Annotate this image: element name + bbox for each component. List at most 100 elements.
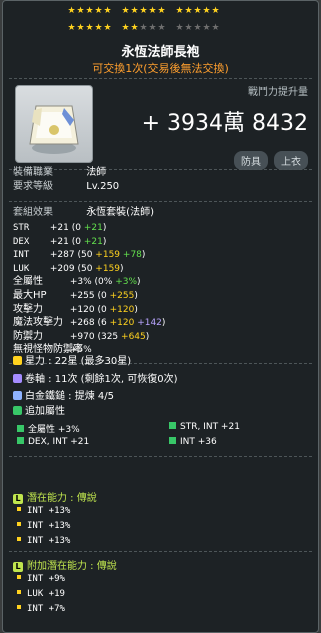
star-filled-icon: ★ (139, 6, 148, 16)
potential-line: INT +13% (17, 521, 70, 531)
star-icon (13, 356, 22, 365)
star-filled-icon: ★ (193, 6, 202, 16)
stat-row: 防禦力 +970 (325 +645) (13, 330, 150, 342)
stat-name: 攻擊力 (13, 303, 43, 315)
bonus-potential-header: L 附加潛在能力 : 傳說 (13, 557, 117, 572)
potential-header: L 潛在能力 : 傳說 (13, 489, 97, 504)
stat-name: LUK (13, 263, 30, 274)
star-empty-icon: ★ (211, 23, 220, 33)
star-empty-icon: ★ (193, 23, 202, 33)
item-icon-box (15, 85, 93, 163)
add-option-label: 追加屬性 (13, 406, 65, 418)
star-filled-icon: ★ (175, 6, 184, 16)
star-filled-icon: ★ (121, 23, 130, 33)
divider (9, 201, 312, 202)
stat-row: 魔法攻擊力 +268 (6 +120 +142) (13, 317, 166, 329)
star-filled-icon: ★ (67, 6, 76, 16)
potential-line: INT +13% (17, 506, 70, 516)
star-filled-icon: ★ (157, 6, 166, 16)
star-filled-icon: ★ (130, 6, 139, 16)
job-row: 裝備職業 法師 (13, 167, 106, 179)
stat-row: 攻擊力 +120 (0 +120) (13, 303, 138, 315)
combat-power-value: + 3934萬 8432 (141, 111, 308, 136)
star-empty-icon: ★ (202, 23, 211, 33)
star-force-row-1: ★★★★★ ★★★★★ ★★★★★ (67, 6, 321, 16)
potential-line: INT +13% (17, 536, 70, 546)
star-force-row-2: ★★★★★ ★★★★★ ★★★★★ (67, 23, 321, 33)
bonus-potential-line: INT +7% (17, 604, 65, 614)
item-type-tags: 防具 上衣 (234, 151, 308, 170)
level-row: 要求等級 Lv.250 (13, 181, 119, 193)
bonus-potential-line: LUK +19 (17, 589, 65, 599)
divider (9, 78, 312, 79)
star-filled-icon: ★ (121, 6, 130, 16)
level-value: Lv.250 (86, 181, 120, 192)
stat-name: 最大HP (13, 290, 47, 301)
bonus-potential-line: INT +9% (17, 574, 65, 584)
divider (9, 456, 312, 457)
set-effect-label: 套組效果 (13, 207, 53, 218)
option-icon (169, 422, 176, 429)
hammer-icon (13, 391, 22, 400)
star-filled-icon: ★ (67, 23, 76, 33)
add-option-2: STR, INT +21 (169, 422, 240, 432)
add-option-3: DEX, INT +21 (17, 437, 89, 447)
star-empty-icon: ★ (157, 23, 166, 33)
add-option-4: INT +36 (169, 437, 217, 447)
star-filled-icon: ★ (184, 6, 193, 16)
item-name: 永恆法師長袍 (121, 45, 200, 60)
stat-name: 無視怪物防禦率 (13, 344, 83, 356)
stat-name: STR (13, 223, 30, 233)
stat-name: INT (13, 250, 30, 261)
stat-row: 無視怪物防禦率 +5% (13, 344, 92, 356)
legendary-badge: L (13, 494, 23, 504)
combat-power-label: 戰鬥力提升量 (248, 87, 308, 98)
add-option-1: 全屬性 +3% (17, 422, 80, 435)
star-force-info: 星力 : 22星 (最多30星) (13, 356, 131, 368)
stat-name: 魔法攻擊力 (13, 317, 63, 329)
robe-icon (29, 105, 79, 154)
legendary-badge: L (13, 562, 23, 572)
tag-armor: 防具 (234, 151, 268, 170)
divider (9, 551, 312, 552)
star-filled-icon: ★ (103, 6, 112, 16)
stat-name: 全屬性 (13, 276, 43, 288)
scroll-info: 卷軸 : 11次 (剩餘1次, 可恢復0次) (13, 374, 178, 386)
star-filled-icon: ★ (76, 23, 85, 33)
option-icon (17, 437, 24, 444)
star-filled-icon: ★ (94, 6, 103, 16)
option-icon (17, 425, 24, 432)
level-label: 要求等級 (13, 181, 53, 192)
star-empty-icon: ★ (148, 23, 157, 33)
stat-row: INT +287 (50 +159 +78) (13, 250, 146, 261)
item-tooltip-panel: ★★★★★ ★★★★★ ★★★★★ ★★★★★ ★★★★★ ★★★★★ 永恆法師長袍 可… (2, 0, 319, 633)
stat-row: 全屬性 +3% (0% +3%) (13, 276, 141, 288)
star-filled-icon: ★ (103, 23, 112, 33)
stat-row: LUK +209 (50 +159) (13, 263, 124, 274)
job-value: 法師 (86, 167, 107, 178)
star-filled-icon: ★ (76, 6, 85, 16)
star-filled-icon: ★ (202, 6, 211, 16)
hammer-info: 白金鐵鎚 : 提煉 4/5 (13, 391, 114, 403)
star-filled-icon: ★ (94, 23, 103, 33)
stat-name: 防禦力 (13, 330, 43, 342)
scroll-icon (13, 374, 22, 383)
star-empty-icon: ★ (175, 23, 184, 33)
set-effect-value: 永恆套裝(法師) (86, 207, 154, 218)
star-filled-icon: ★ (130, 23, 139, 33)
tag-top: 上衣 (274, 151, 308, 170)
stat-row: STR +21 (0 +21) (13, 223, 107, 233)
star-filled-icon: ★ (148, 6, 157, 16)
leaf-icon (13, 406, 22, 415)
job-label: 裝備職業 (13, 167, 53, 178)
stat-name: DEX (13, 236, 30, 247)
stat-row: 最大HP +255 (0 +255) (13, 290, 138, 301)
star-filled-icon: ★ (211, 6, 220, 16)
star-empty-icon: ★ (139, 23, 148, 33)
trade-note: 可交換1次(交易後無法交換) (92, 62, 229, 75)
star-empty-icon: ★ (184, 23, 193, 33)
star-filled-icon: ★ (85, 6, 94, 16)
option-icon (169, 437, 176, 444)
star-filled-icon: ★ (85, 23, 94, 33)
set-effect-row: 套組效果 永恆套裝(法師) (13, 207, 154, 219)
